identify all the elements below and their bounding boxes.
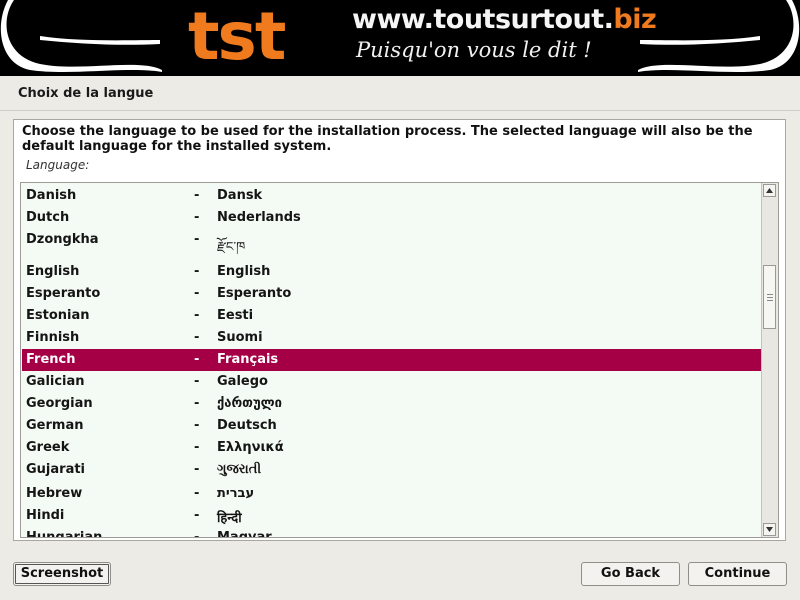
row-separator: - [194, 210, 200, 225]
language-row[interactable]: French - Français [22, 349, 762, 371]
title-divider [0, 110, 800, 111]
scroll-up-button[interactable] [763, 184, 776, 197]
language-row[interactable]: Georgian - ქართული [22, 393, 762, 415]
row-separator: - [194, 418, 200, 433]
language-name: Galician [26, 374, 85, 389]
page-title: Choix de la langue [18, 86, 154, 101]
language-native-name: Magyar [217, 530, 272, 538]
language-native-name: English [217, 264, 271, 279]
scroll-thumb[interactable] [763, 265, 776, 329]
language-row[interactable]: Finnish - Suomi [22, 327, 762, 349]
instruction-text: Choose the language to be used for the i… [22, 124, 753, 154]
language-row[interactable]: English - English [22, 261, 762, 283]
language-native-name: Suomi [217, 330, 263, 345]
language-row[interactable]: Dzongkha - རྫོང་ཁ [22, 229, 762, 255]
row-separator: - [194, 486, 200, 501]
row-separator: - [194, 508, 200, 523]
language-row[interactable]: Hindi - हिन्दी [22, 505, 762, 527]
row-separator: - [194, 232, 200, 247]
language-name: Georgian [26, 396, 93, 411]
slogan: Puisqu'on vous le dit ! [356, 38, 592, 62]
logo-tst: tst [188, 0, 286, 75]
language-name: Esperanto [26, 286, 101, 301]
language-row[interactable]: Greek - Ελληνικά [22, 437, 762, 459]
site-url-tld: biz [613, 4, 657, 35]
language-row[interactable]: Estonian - Eesti [22, 305, 762, 327]
language-row[interactable]: Hebrew - עברית [22, 483, 762, 505]
language-name: Dutch [26, 210, 70, 225]
language-native-name: Dansk [217, 188, 263, 203]
language-name: Hindi [26, 508, 65, 523]
language-name: French [26, 352, 76, 367]
language-name: Greek [26, 440, 70, 455]
go-back-button[interactable]: Go Back [581, 562, 680, 586]
language-native-name: Galego [217, 374, 268, 389]
row-separator: - [194, 286, 200, 301]
language-row[interactable]: Hungarian - Magyar [22, 527, 762, 538]
left-horn-graphic [0, 0, 162, 72]
language-name: Hebrew [26, 486, 83, 501]
language-name: Gujarati [26, 462, 86, 477]
header-banner: tst www.toutsurtout.biz Puisqu'on vous l… [0, 0, 800, 76]
language-native-name: Nederlands [217, 210, 301, 225]
language-native-name: Esperanto [217, 286, 292, 301]
language-native-name: हिन्दी [217, 511, 242, 526]
list-scrollbar[interactable] [761, 183, 778, 537]
language-native-name: Ελληνικά [217, 440, 284, 455]
row-separator: - [194, 440, 200, 455]
language-label: Language: [26, 158, 90, 172]
continue-button[interactable]: Continue [688, 562, 787, 586]
thumb-grip-line [767, 294, 773, 295]
language-native-name: ქართული [217, 396, 282, 411]
content-panel: Choose the language to be used for the i… [13, 119, 786, 541]
language-native-name: Deutsch [217, 418, 277, 433]
row-separator: - [194, 396, 200, 411]
language-list[interactable]: Danish - Dansk Dutch - Nederlands Dzongkha - རྫོ… [20, 182, 779, 538]
arrow-down-icon [766, 527, 773, 532]
row-separator: - [194, 330, 200, 345]
language-name: English [26, 264, 80, 279]
site-url-main: www.toutsurtout. [352, 4, 614, 35]
row-separator: - [194, 308, 200, 323]
row-separator: - [194, 264, 200, 279]
language-row[interactable]: Danish - Dansk [22, 185, 762, 207]
language-name: Dzongkha [26, 232, 99, 247]
language-row[interactable]: Esperanto - Esperanto [22, 283, 762, 305]
language-row[interactable]: Gujarati - ગુજરાતી [22, 459, 762, 481]
screenshot-button[interactable]: Screenshot [13, 562, 111, 586]
language-row[interactable]: German - Deutsch [22, 415, 762, 437]
language-row[interactable]: Dutch - Nederlands [22, 207, 762, 229]
language-native-name: Eesti [217, 308, 254, 323]
language-native-name: Français [217, 352, 279, 367]
row-separator: - [194, 530, 200, 538]
language-name: Hungarian [26, 530, 103, 538]
language-name: Estonian [26, 308, 90, 323]
language-name: Finnish [26, 330, 80, 345]
language-name: Danish [26, 188, 77, 203]
thumb-grip-line [767, 297, 773, 298]
language-row[interactable]: Galician - Galego [22, 371, 762, 393]
language-native-name: עברית [217, 486, 255, 501]
arrow-up-icon [766, 188, 773, 193]
row-separator: - [194, 188, 200, 203]
language-name: German [26, 418, 84, 433]
language-native-name: ગુજરાતી [217, 462, 262, 477]
scroll-down-button[interactable] [763, 523, 776, 536]
site-url: www.toutsurtout.biz [352, 4, 657, 35]
thumb-grip-line [767, 300, 773, 301]
row-separator: - [194, 352, 200, 367]
row-separator: - [194, 462, 200, 477]
row-separator: - [194, 374, 200, 389]
